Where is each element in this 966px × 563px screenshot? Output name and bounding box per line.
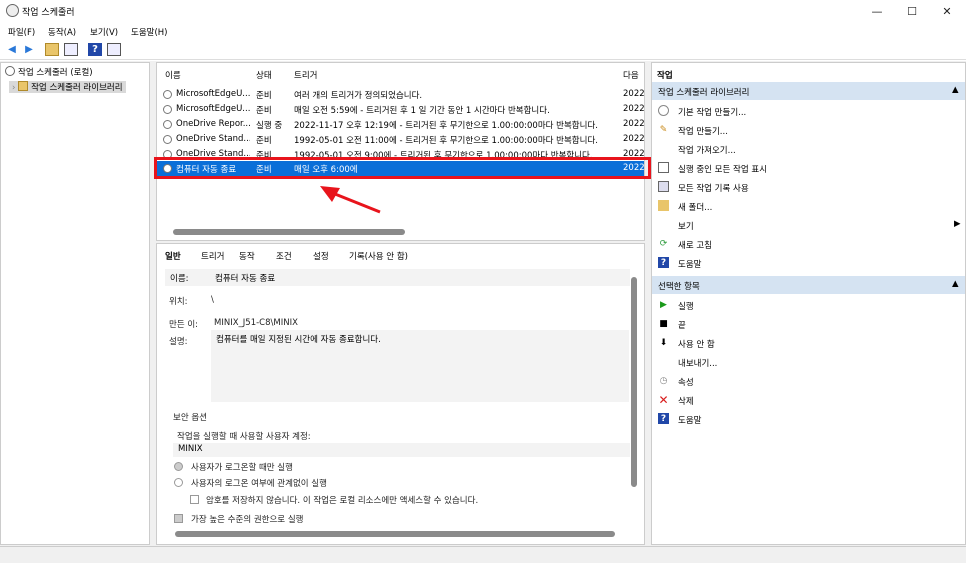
action-end[interactable]: ■ 끝 <box>652 314 965 333</box>
tab-actions[interactable]: 동작 <box>239 250 255 262</box>
action-export[interactable]: 내보내기... <box>652 352 965 371</box>
window-title: 작업 스케줄러 <box>22 8 75 18</box>
console-tree: 작업 스케줄러 (로컬) › 작업 스케줄러 라이브러리 <box>0 62 150 545</box>
menu-action[interactable]: 동작(A) <box>48 26 76 38</box>
minimize-button[interactable]: — <box>860 0 894 22</box>
detail-vertical-scrollbar[interactable] <box>629 271 639 527</box>
close-button[interactable]: ✕ <box>930 0 964 22</box>
menu-help[interactable]: 도움말(H) <box>131 26 167 38</box>
disable-icon: ⬇ <box>659 337 668 348</box>
new-folder-icon <box>658 200 669 211</box>
action-run[interactable]: ▶ 실행 <box>652 295 965 314</box>
delete-icon: ✕ <box>658 392 669 407</box>
action-enable-history[interactable]: 모든 작업 기록 사용 <box>652 177 965 196</box>
expand-chevron-icon[interactable]: › <box>12 83 15 93</box>
forward-arrow-icon[interactable]: ▶ <box>22 43 36 56</box>
action-delete[interactable]: ✕ 삭제 <box>652 390 965 409</box>
location-value: \ <box>211 295 214 305</box>
task-list: 이름 상태 트리거 다음 MicrosoftEdgeU... 준비 여러 개의 … <box>156 62 645 241</box>
task-clock-icon <box>163 105 172 114</box>
action-import-task[interactable]: 작업 가져오기... <box>652 139 965 158</box>
action-pane-icon[interactable] <box>107 43 121 56</box>
name-row: 이름: 컴퓨터 자동 종료 <box>165 269 630 286</box>
column-header-status[interactable]: 상태 <box>256 69 272 81</box>
menu-file[interactable]: 파일(F) <box>8 26 35 38</box>
folder-icon <box>18 81 29 91</box>
tree-library[interactable]: › 작업 스케줄러 라이브러리 <box>9 81 126 93</box>
section-selected-item[interactable]: 선택한 항목 ▲ <box>652 276 965 294</box>
table-row[interactable]: OneDrive Repor... 실행 중 2022-11-17 오후 12:… <box>157 117 644 132</box>
name-value[interactable]: 컴퓨터 자동 종료 <box>215 272 275 284</box>
help-icon: ? <box>658 257 669 268</box>
actions-pane: 작업 작업 스케줄러 라이브러리 ▲ 기본 작업 만들기... ✎ 작업 만들기..… <box>651 62 966 545</box>
action-create-task[interactable]: ✎ 작업 만들기... <box>652 120 965 139</box>
task-clock-icon <box>163 135 172 144</box>
action-new-folder[interactable]: 새 폴더... <box>652 196 965 215</box>
task-clock-icon <box>163 90 172 99</box>
collapse-icon[interactable]: ▲ <box>952 279 959 289</box>
submenu-arrow-icon: ▶ <box>954 219 961 229</box>
refresh-icon: ⟳ <box>659 238 668 249</box>
running-tasks-icon <box>658 162 669 173</box>
action-help[interactable]: ? 도움말 <box>652 253 965 272</box>
task-clock-icon <box>163 150 172 157</box>
security-options-title: 보안 옵션 <box>173 413 207 423</box>
tab-general[interactable]: 일반 <box>165 250 181 262</box>
action-refresh[interactable]: ⟳ 새로 고침 <box>652 234 965 253</box>
checkbox-no-password[interactable] <box>190 495 199 504</box>
detail-horizontal-scrollbar[interactable] <box>175 531 615 537</box>
properties-icon: ◷ <box>659 375 668 386</box>
column-header-name[interactable]: 이름 <box>165 69 181 81</box>
folder-up-icon[interactable] <box>45 43 59 56</box>
action-help-selected[interactable]: ? 도움말 <box>652 409 965 428</box>
radio-regardless-logon[interactable] <box>174 478 183 487</box>
tab-conditions[interactable]: 조건 <box>276 250 292 262</box>
column-header-next[interactable]: 다음 <box>623 69 639 81</box>
section-library[interactable]: 작업 스케줄러 라이브러리 ▲ <box>652 82 965 100</box>
action-create-basic-task[interactable]: 기본 작업 만들기... <box>652 101 965 120</box>
table-row[interactable]: MicrosoftEdgeU... 준비 매일 오전 5:59에 - 트리거된 … <box>157 102 644 117</box>
task-clock-icon <box>163 120 172 129</box>
back-arrow-icon[interactable]: ◀ <box>5 43 19 56</box>
annotation-arrow-icon <box>320 186 381 214</box>
highlight-box <box>154 157 651 179</box>
history-icon <box>658 181 669 192</box>
clock-icon <box>5 66 15 76</box>
description-field[interactable]: 컴퓨터를 매일 지정된 시간에 자동 종료합니다. <box>211 330 629 402</box>
table-row[interactable]: MicrosoftEdgeU... 준비 여러 개의 트리거가 정의되었습니다.… <box>157 87 644 102</box>
status-bar <box>0 546 966 563</box>
table-row[interactable]: OneDrive Stand... 준비 1992-05-01 오전 9:00에… <box>157 147 644 157</box>
collapse-icon[interactable]: ▲ <box>952 85 959 95</box>
menu-view[interactable]: 보기(V) <box>90 26 118 38</box>
radio-logon-only[interactable] <box>174 462 183 471</box>
actions-header: 작업 <box>657 71 673 81</box>
maximize-button[interactable]: ☐ <box>895 0 929 22</box>
column-header-trigger[interactable]: 트리거 <box>294 69 317 81</box>
run-icon: ▶ <box>660 299 667 310</box>
menu-bar: 파일(F) 동작(A) 보기(V) 도움말(H) <box>0 22 966 40</box>
clock-icon <box>6 4 19 17</box>
title-bar: 작업 스케줄러 — ☐ ✕ <box>0 0 966 22</box>
horizontal-scrollbar[interactable] <box>157 226 644 238</box>
create-task-icon: ✎ <box>659 124 668 135</box>
toolbar: ◀ ▶ ? <box>0 40 966 60</box>
author-value: MINIX_J51-C8\MINIX <box>214 318 298 328</box>
action-disable[interactable]: ⬇ 사용 안 함 <box>652 333 965 352</box>
help-icon[interactable]: ? <box>88 43 102 56</box>
basic-task-icon <box>658 105 669 116</box>
action-properties[interactable]: ◷ 속성 <box>652 371 965 390</box>
tab-settings[interactable]: 설정 <box>313 250 329 262</box>
table-row[interactable]: OneDrive Stand... 준비 1992-05-01 오전 11:00… <box>157 132 644 147</box>
panel-icon[interactable] <box>64 43 78 56</box>
action-view[interactable]: 보기 ▶ <box>652 215 965 234</box>
checkbox-highest-privileges[interactable] <box>174 514 183 523</box>
tab-history[interactable]: 기록(사용 안 함) <box>349 250 408 262</box>
help-icon: ? <box>658 413 669 424</box>
stop-icon: ■ <box>659 318 668 329</box>
action-show-running[interactable]: 실행 중인 모든 작업 표시 <box>652 158 965 177</box>
tab-triggers[interactable]: 트리거 <box>201 250 224 262</box>
account-field[interactable]: MINIX <box>173 443 630 457</box>
task-detail-pane: 일반 트리거 동작 조건 설정 기록(사용 안 함) 이름: 컴퓨터 자동 종료… <box>156 243 645 545</box>
tree-root[interactable]: 작업 스케줄러 (로컬) <box>5 66 93 78</box>
